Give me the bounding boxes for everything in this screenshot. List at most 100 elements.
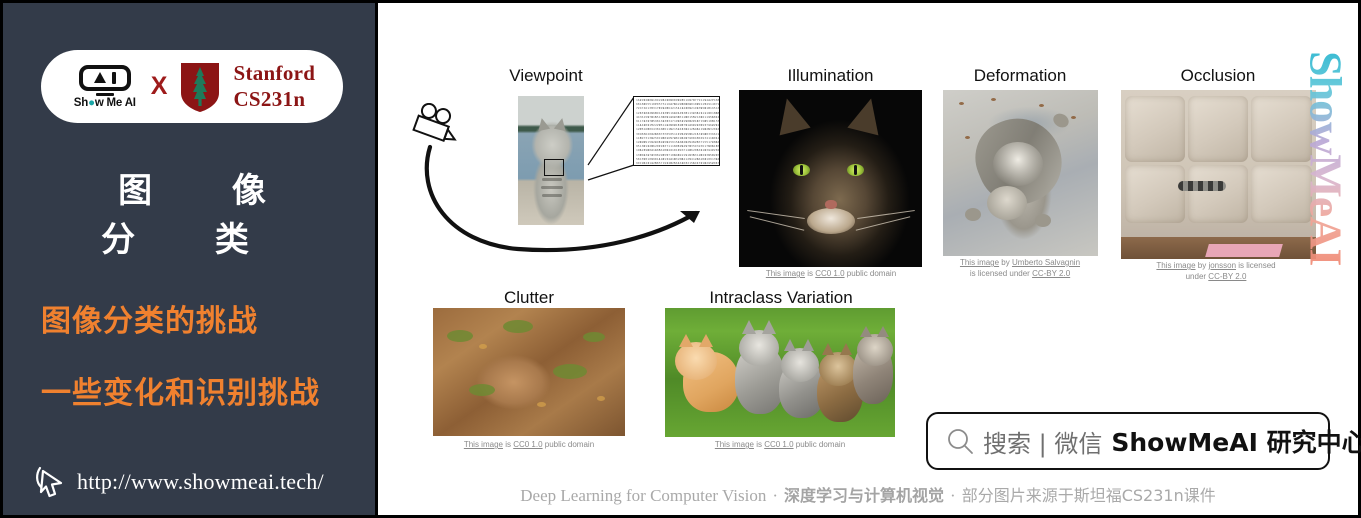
kitten-ear (699, 334, 713, 347)
deformation-cat-photo (943, 90, 1098, 256)
caption-line-1: This image by Umberto Salvagnin (934, 258, 1106, 269)
caption-text: by (1196, 261, 1209, 270)
caption-text: is licensed under (970, 269, 1032, 278)
kitten-ear (802, 339, 814, 351)
couch-seat-cushion (1251, 165, 1312, 223)
pixel-value-grid: 1612152202016189228123180107199193551691… (633, 96, 720, 166)
caret-glyph (94, 72, 106, 83)
caption-text: is (805, 269, 815, 278)
moss-patch (583, 332, 605, 342)
bar-glyph (112, 72, 116, 84)
caption-text: public domain (794, 440, 846, 449)
caption-link-this-image[interactable]: This image (766, 269, 805, 278)
section-title-deformation: Deformation (940, 66, 1100, 86)
crop-leader-lines (544, 95, 636, 185)
kitten-ear (679, 334, 693, 347)
showmeai-logo-text: Sh●w Me AI (74, 97, 136, 109)
cat-belly (993, 142, 1043, 186)
search-brand-label: ShowMeAI 研究中心 (1111, 423, 1361, 459)
couch-seat-cushion (1125, 165, 1185, 223)
ground-leaf (959, 102, 964, 105)
cat-stripe (542, 194, 562, 197)
search-placeholder-label: 搜索 | 微信 (983, 424, 1102, 459)
pink-mat (1205, 244, 1283, 257)
caption-link-this-image[interactable]: This image (960, 258, 999, 267)
stanford-line-1: Stanford (233, 61, 315, 87)
left-cover-panel: Sh●w Me AI X Stanford CS231n 图 像 分 类 图像分… (0, 0, 378, 518)
caption-link-this-image[interactable]: This image (1156, 261, 1195, 270)
kitten-ear (742, 320, 756, 334)
caption-link-license[interactable]: CC-BY 2.0 (1032, 269, 1070, 278)
footer-en-text: Deep Learning for Computer Vision (520, 486, 766, 505)
kitten-head-tabby (819, 352, 857, 386)
cat-muzzle (807, 208, 855, 234)
leaf-fleck (597, 396, 605, 401)
caption-line-2: is licensed under CC-BY 2.0 (934, 269, 1106, 280)
kitten-ear (822, 343, 834, 355)
caption-line-2: under CC-BY 2.0 (1116, 272, 1316, 283)
caption-link-author[interactable]: jonsson (1208, 261, 1236, 270)
cat-pupil-right (854, 165, 857, 175)
kitten-head-grey (781, 348, 819, 382)
logo-badge: Sh●w Me AI X Stanford CS231n (41, 50, 343, 123)
mouse-pointer-icon (35, 465, 65, 499)
section-title-clutter: Clutter (461, 288, 597, 308)
footer-cn-text: 部分图片来源于斯坦福CS231n课件 (962, 486, 1216, 505)
section-title-occlusion: Occlusion (1120, 66, 1316, 86)
caption-link-this-image[interactable]: This image (464, 440, 503, 449)
caption-deformation: This image by Umberto Salvagnin is licen… (934, 258, 1106, 280)
caption-link-license[interactable]: CC0 1.0 (513, 440, 542, 449)
ground-leaf (1071, 116, 1076, 119)
moss-patch (553, 364, 587, 379)
subtitle-line-1: 图像分类的挑战 (41, 296, 258, 340)
monitor-stand (96, 93, 114, 96)
cat-ear-right (847, 95, 886, 136)
cat-nose (825, 200, 837, 209)
occlusion-couch-photo (1121, 90, 1316, 259)
caption-text: public domain (543, 440, 595, 449)
site-url-row[interactable]: http://www.showmeai.tech/ (35, 465, 324, 499)
caption-link-author[interactable]: Umberto Salvagnin (1012, 258, 1080, 267)
slide-content-panel: Viewpoint 161215220201618922812 (378, 0, 1361, 518)
search-icon (946, 427, 974, 455)
caption-text: by (999, 258, 1012, 267)
caption-link-license[interactable]: CC0 1.0 (815, 269, 844, 278)
caption-text: public domain (845, 269, 897, 278)
leaf-fleck (479, 344, 487, 349)
wechat-search-box[interactable]: 搜索 | 微信 ShowMeAI 研究中心 (926, 412, 1330, 470)
caption-line-1: This image by jonsson is licensed (1116, 261, 1316, 272)
caption-link-this-image[interactable]: This image (715, 440, 754, 449)
footer-cn-bold-text: 深度学习与计算机视觉 (784, 486, 944, 505)
caption-intraclass: This image is CC0 1.0 public domain (662, 440, 898, 451)
moss-patch (503, 320, 533, 333)
cat-paw (1035, 214, 1051, 227)
kitten-head-grey (739, 330, 779, 366)
caption-illumination: This image is CC0 1.0 public domain (734, 269, 928, 280)
intraclass-kittens-photo (665, 308, 895, 437)
showmeai-logo: Sh●w Me AI (69, 65, 141, 109)
pixel-value: 178 (716, 161, 720, 165)
illumination-cat-photo (739, 90, 922, 267)
cat-whisker (856, 216, 911, 231)
cat-tail (1178, 181, 1226, 191)
couch-seat-cushion (1188, 165, 1248, 223)
caption-text: is (754, 440, 764, 449)
cat-head (987, 186, 1027, 220)
kitten-ear (784, 339, 796, 351)
caption-clutter: This image is CC0 1.0 public domain (430, 440, 628, 451)
cat-ear-left (771, 95, 810, 136)
moss-patch (469, 384, 495, 396)
kitten-ear (762, 320, 776, 334)
cat-paw (1051, 111, 1071, 130)
caption-link-license[interactable]: CC-BY 2.0 (1208, 272, 1246, 281)
kitten-head-orange (675, 342, 717, 380)
ground-leaf (991, 98, 996, 101)
moss-patch (447, 330, 473, 342)
subtitle-line-2: 一些变化和识别挑战 (41, 368, 320, 412)
page-title: 图 像 分 类 (33, 163, 351, 261)
caption-link-license[interactable]: CC0 1.0 (764, 440, 793, 449)
stanford-course-label: Stanford CS231n (233, 61, 315, 112)
section-title-illumination: Illumination (748, 66, 913, 86)
leaf-fleck (537, 402, 546, 407)
ai-monitor-icon (79, 65, 131, 91)
